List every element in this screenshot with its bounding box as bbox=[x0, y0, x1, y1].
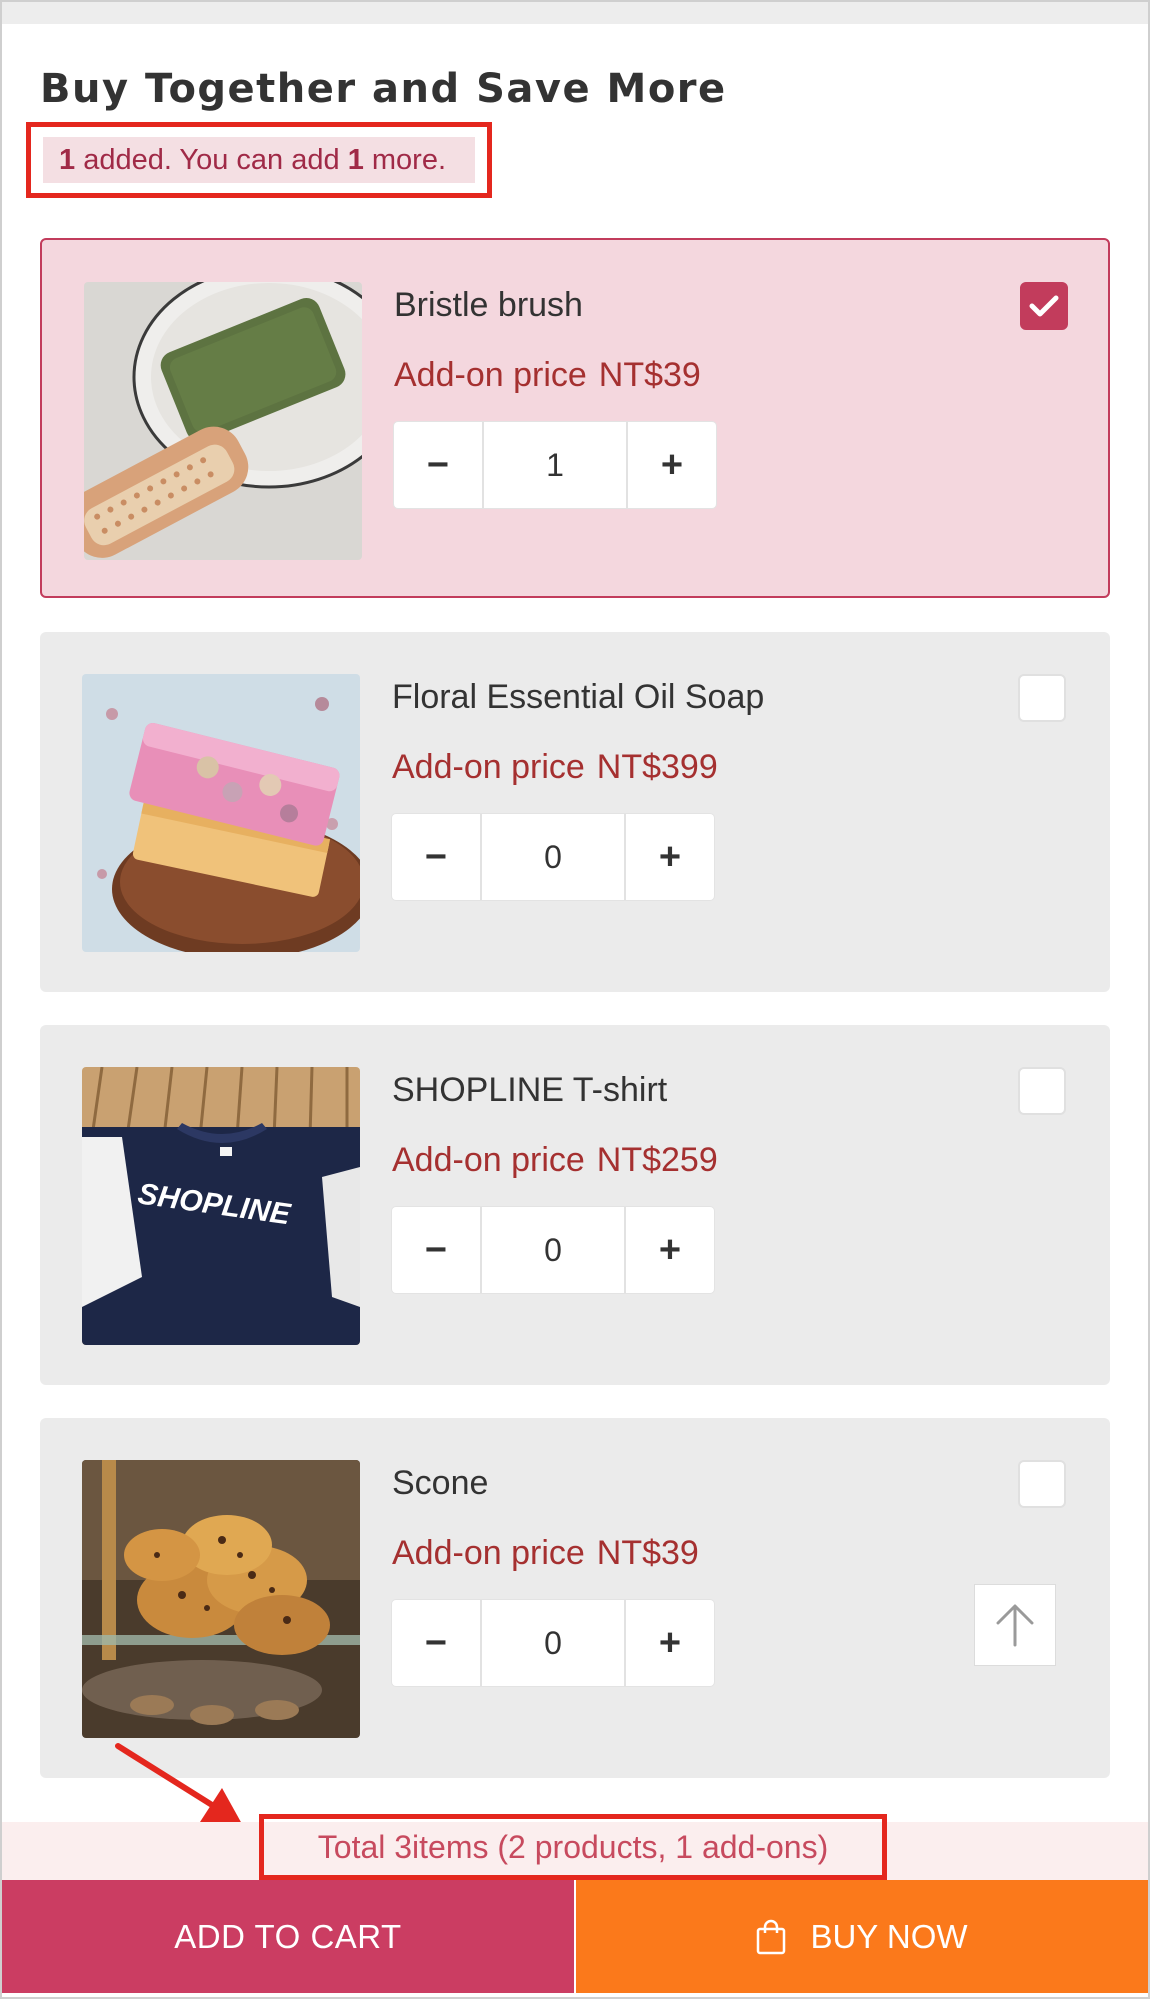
product-image: SHOPLINE bbox=[82, 1067, 360, 1345]
select-checkbox[interactable] bbox=[1018, 674, 1066, 722]
increase-button[interactable]: + bbox=[624, 1207, 714, 1293]
annotation-arrow bbox=[115, 1743, 242, 1824]
addon-card-floral-soap[interactable]: Floral Essential Oil Soap Add-on price NT… bbox=[40, 632, 1110, 992]
addon-card-scone[interactable]: Scone Add-on price NT$39 − 0 + bbox=[40, 1418, 1110, 1778]
select-checkbox[interactable] bbox=[1018, 1067, 1066, 1115]
product-image bbox=[84, 282, 362, 560]
product-name: Floral Essential Oil Soap bbox=[392, 678, 765, 716]
quantity-stepper: − 1 + bbox=[394, 422, 716, 508]
decrease-button[interactable]: − bbox=[392, 1600, 482, 1686]
select-checkbox[interactable] bbox=[1018, 1460, 1066, 1508]
buy-now-label: BUY NOW bbox=[810, 1917, 968, 1955]
shopping-bag-icon bbox=[756, 1919, 786, 1955]
add-limit-notice: 1 added. You can add 1 more. bbox=[26, 122, 492, 198]
added-text: added. You can add bbox=[75, 143, 348, 176]
increase-button[interactable]: + bbox=[626, 422, 716, 508]
remaining-text: more. bbox=[363, 143, 447, 176]
scroll-to-top-button[interactable] bbox=[974, 1584, 1056, 1666]
product-price: Add-on price NT$39 bbox=[394, 356, 701, 394]
remaining-count: 1 bbox=[347, 143, 364, 176]
addon-card-bristle-brush[interactable]: Bristle brush Add-on price NT$39 − 1 + bbox=[40, 238, 1110, 598]
quantity-value[interactable]: 1 bbox=[484, 422, 626, 508]
quantity-value[interactable]: 0 bbox=[482, 814, 624, 900]
add-to-cart-button[interactable]: ADD TO CART bbox=[2, 1880, 574, 1993]
quantity-stepper: − 0 + bbox=[392, 814, 714, 900]
quantity-value[interactable]: 0 bbox=[482, 1207, 624, 1293]
product-image bbox=[82, 674, 360, 952]
quantity-stepper: − 0 + bbox=[392, 1207, 714, 1293]
order-summary: Total 3items (2 products, 1 add-ons) bbox=[259, 1814, 887, 1880]
addon-card-tshirt[interactable]: SHOPLINE SHOPLINE T-shirt Add-on price NT… bbox=[40, 1025, 1110, 1385]
decrease-button[interactable]: − bbox=[394, 422, 484, 508]
product-name: SHOPLINE T-shirt bbox=[392, 1071, 668, 1109]
added-count: 1 bbox=[59, 143, 76, 176]
product-name: Scone bbox=[392, 1464, 489, 1502]
quantity-value[interactable]: 0 bbox=[482, 1600, 624, 1686]
buy-now-button[interactable]: BUY NOW bbox=[576, 1880, 1148, 1993]
check-icon bbox=[1029, 295, 1059, 317]
product-price: Add-on price NT$399 bbox=[392, 748, 718, 786]
decrease-button[interactable]: − bbox=[392, 814, 482, 900]
quantity-stepper: − 0 + bbox=[392, 1600, 714, 1686]
select-checkbox[interactable] bbox=[1020, 282, 1068, 330]
increase-button[interactable]: + bbox=[624, 814, 714, 900]
product-price: Add-on price NT$39 bbox=[392, 1534, 699, 1572]
product-image bbox=[82, 1460, 360, 1738]
top-strip bbox=[2, 2, 1148, 24]
arrow-up-icon bbox=[996, 1604, 1034, 1647]
product-name: Bristle brush bbox=[394, 286, 583, 324]
decrease-button[interactable]: − bbox=[392, 1207, 482, 1293]
section-title: Buy Together and Save More bbox=[40, 66, 727, 112]
product-price: Add-on price NT$259 bbox=[392, 1141, 718, 1179]
increase-button[interactable]: + bbox=[624, 1600, 714, 1686]
